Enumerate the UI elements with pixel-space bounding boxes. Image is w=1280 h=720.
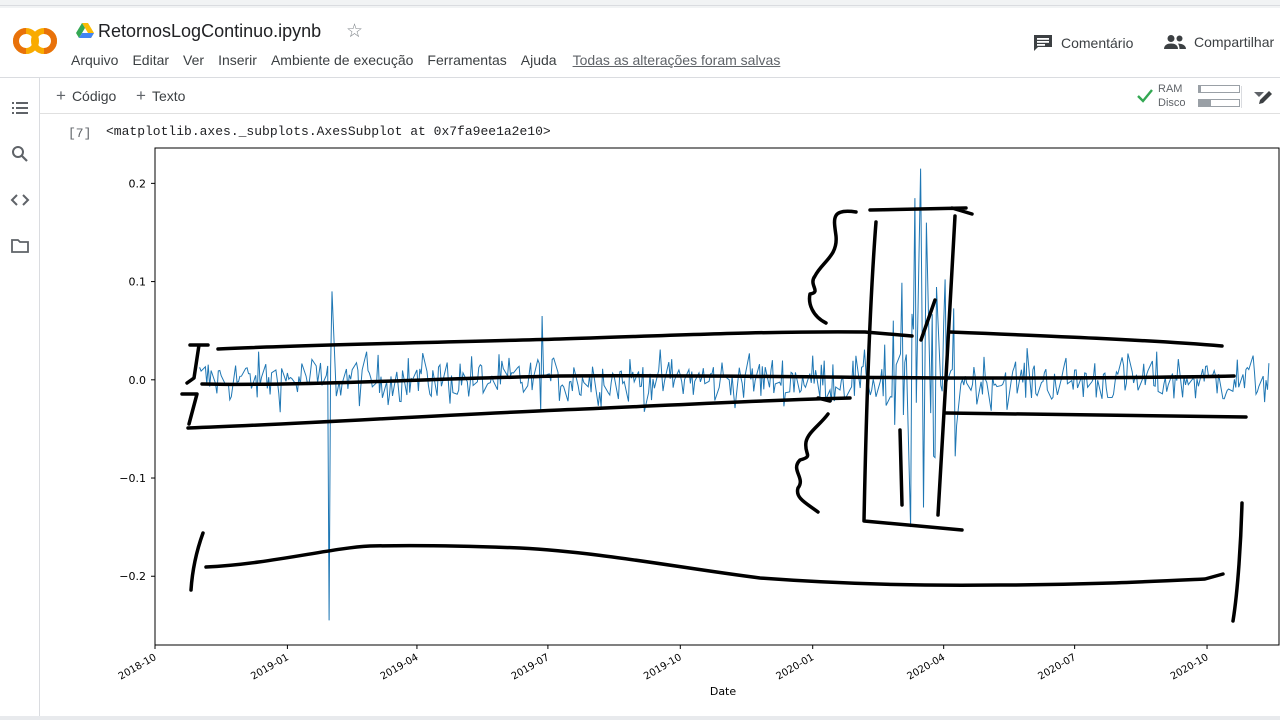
annotation-left-bracket-upper: [185, 343, 210, 385]
x-axis: 2018-10 2019-01 2019-04 2019-07 2019-10 2020-…: [117, 645, 1211, 682]
x-tick-label: 2018-10: [117, 652, 159, 682]
annotation-period-brace-lower: [794, 396, 832, 514]
x-tick-label: 2019-10: [642, 652, 684, 682]
x-tick-label: 2020-04: [905, 652, 947, 682]
x-tick-label: 2020-10: [1169, 652, 1211, 682]
x-tick-label: 2019-07: [510, 652, 552, 682]
annotation-long-right-bracket: [1231, 501, 1244, 623]
annotation-after-upper-band: [948, 330, 1224, 348]
annotation-period-brace-upper: [807, 209, 858, 325]
x-tick-label: 2020-01: [775, 652, 817, 682]
bottom-edge: [0, 716, 1280, 720]
annotation-left-bracket-lower: [180, 392, 199, 426]
annotation-covid-box: [862, 206, 974, 532]
y-tick-label: −0.1: [119, 472, 146, 485]
x-tick-label: 2020-07: [1036, 652, 1078, 682]
series-line: [199, 168, 1270, 621]
annotation-upper-band: [216, 330, 914, 351]
x-tick-label: 2019-01: [249, 652, 291, 682]
y-tick-label: −0.2: [119, 570, 146, 583]
handwritten-annotations: [180, 206, 1248, 623]
y-tick-label: 0.2: [129, 177, 147, 190]
y-tick-label: 0.1: [129, 276, 147, 289]
returns-line-chart: 0.20.10.0−0.1−0.2 2018-10 2019-01 2019-04 2…: [117, 147, 1280, 698]
y-tick-label: 0.0: [129, 374, 147, 387]
annotation-lower-band: [186, 396, 852, 430]
x-axis-label: Date: [710, 685, 737, 698]
annotation-long-left-bracket: [189, 531, 205, 592]
annotation-long-curve: [204, 543, 1225, 587]
x-tick-label: 2019-04: [379, 652, 421, 682]
annotation-after-lower-band: [944, 411, 1248, 419]
y-axis: 0.2 0.1 0.0 −0.1 −0.2: [119, 177, 155, 583]
